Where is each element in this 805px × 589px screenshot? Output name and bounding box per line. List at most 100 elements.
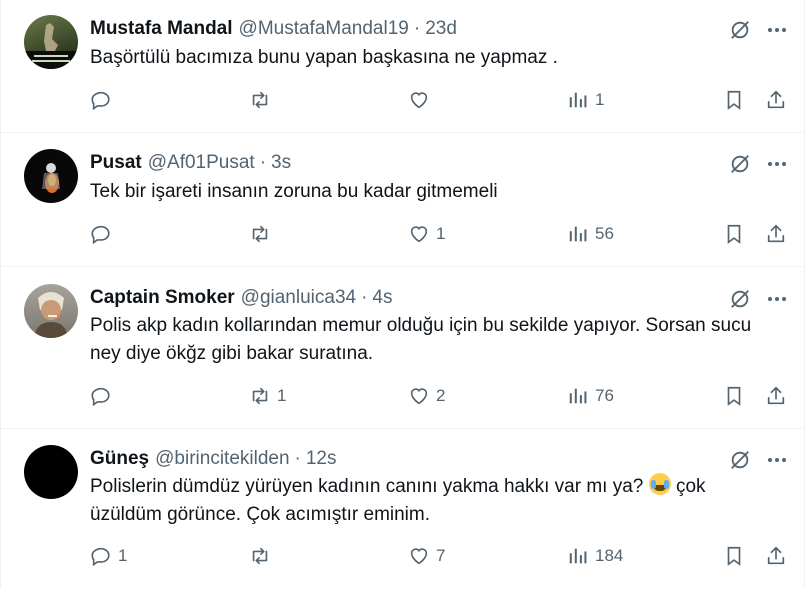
views-button[interactable]: 184 (567, 545, 623, 567)
action-bar: 1 56 (1, 223, 805, 249)
reply-button[interactable] (90, 223, 118, 245)
tweet-text: Başörtülü bacımıza bunu yapan başkasına … (90, 47, 558, 68)
like-button[interactable] (408, 89, 436, 111)
bookmark-button[interactable] (723, 223, 745, 245)
bookmark-button[interactable] (723, 385, 745, 407)
more-icon[interactable] (767, 154, 787, 174)
tweet-header: Pusat @Af01Pusat · 3s (90, 151, 291, 175)
action-bar: 1 7 184 (1, 545, 805, 571)
avatar[interactable] (24, 149, 78, 203)
share-icon (767, 224, 785, 243)
separator: · (294, 448, 301, 469)
user-name[interactable]: Captain Smoker (90, 287, 235, 309)
share-icon (767, 546, 785, 565)
views-count: 1 (595, 90, 605, 109)
share-button[interactable] (765, 545, 787, 567)
repost-icon (252, 91, 268, 109)
user-handle[interactable]: @birincitekilden (155, 448, 289, 470)
reply-icon (91, 387, 110, 407)
reply-icon (91, 547, 110, 567)
tweet-text: Polis akp kadın kollarından memur olduğu… (90, 315, 752, 364)
timestamp[interactable]: 3s (271, 152, 291, 174)
timestamp[interactable]: 23d (425, 18, 457, 40)
reply-icon (91, 91, 110, 111)
like-count: 7 (436, 546, 446, 565)
more-icon[interactable] (767, 289, 787, 309)
repost-icon (252, 547, 268, 565)
avatar[interactable] (24, 284, 78, 338)
separator: · (413, 18, 421, 39)
share-button[interactable] (765, 223, 787, 245)
user-handle[interactable]: @gianluica34 (241, 287, 356, 309)
bookmark-button[interactable] (723, 89, 745, 111)
views-icon (569, 226, 587, 242)
reply-count: 1 (118, 546, 128, 565)
grok-icon[interactable] (729, 288, 751, 310)
repost-button[interactable] (249, 223, 277, 245)
views-icon (569, 388, 587, 404)
like-button[interactable]: 2 (408, 385, 445, 407)
repost-count: 1 (277, 386, 287, 405)
tweet-text-start: Polislerin dümdüz yürüyen kadının canını… (90, 476, 644, 497)
share-button[interactable] (765, 385, 787, 407)
bookmark-icon (727, 224, 741, 244)
user-handle[interactable]: @MustafaMandal19 (239, 18, 409, 40)
bookmark-button[interactable] (723, 545, 745, 567)
user-name[interactable]: Pusat (90, 152, 142, 174)
user-name[interactable]: Güneş (90, 448, 149, 470)
repost-button[interactable] (249, 89, 277, 111)
repost-icon (252, 225, 268, 243)
views-count: 184 (595, 546, 624, 565)
share-icon (767, 90, 785, 109)
separator: · (259, 152, 267, 173)
separator: · (361, 287, 368, 308)
share-icon (767, 386, 785, 405)
views-button[interactable]: 56 (567, 223, 614, 245)
tweet-header: Captain Smoker @gianluica34 · 4s (90, 286, 392, 310)
like-count: 1 (436, 224, 446, 243)
repost-icon (252, 387, 268, 405)
user-name[interactable]: Mustafa Mandal (90, 18, 233, 40)
repost-button[interactable]: 1 (249, 385, 286, 407)
views-count: 56 (595, 224, 614, 243)
like-button[interactable]: 1 (408, 223, 445, 245)
tweet-captain-smoker[interactable]: Captain Smoker @gianluica34 · 4s Polis a… (1, 267, 805, 429)
like-icon (410, 548, 428, 565)
tweet-text: Polislerin dümdüz yürüyen kadının canını… (90, 473, 776, 529)
like-icon (410, 226, 428, 243)
share-button[interactable] (765, 89, 787, 111)
bookmark-icon (727, 90, 741, 110)
like-count: 2 (436, 386, 446, 405)
views-button[interactable]: 76 (567, 385, 614, 407)
replies-timeline: Mustafa Mandal @MustafaMandal19 · 23d Ba… (0, 0, 805, 589)
reply-button[interactable]: 1 (90, 545, 127, 567)
views-icon (569, 548, 587, 564)
like-button[interactable]: 7 (408, 545, 445, 567)
avatar[interactable] (24, 15, 78, 69)
repost-button[interactable] (249, 545, 277, 567)
timestamp[interactable]: 12s (306, 448, 337, 470)
more-icon[interactable] (767, 20, 787, 40)
tweet-mustafa[interactable]: Mustafa Mandal @MustafaMandal19 · 23d Ba… (1, 0, 805, 133)
like-icon (410, 388, 428, 405)
bookmark-icon (727, 546, 741, 566)
reply-button[interactable] (90, 385, 118, 407)
reply-button[interactable] (90, 89, 118, 111)
views-icon (569, 92, 587, 108)
tweet-header: Mustafa Mandal @MustafaMandal19 · 23d (90, 17, 457, 41)
tweet-gunes[interactable]: Güneş @birincitekilden · 12s Polislerin … (1, 429, 805, 589)
bookmark-icon (727, 386, 741, 406)
reply-icon (91, 225, 110, 245)
grok-icon[interactable] (729, 449, 751, 471)
avatar[interactable] (24, 445, 78, 499)
more-icon[interactable] (767, 450, 787, 470)
views-count: 76 (595, 386, 614, 405)
user-handle[interactable]: @Af01Pusat (148, 152, 255, 174)
grok-icon[interactable] (729, 19, 751, 41)
grok-icon[interactable] (729, 153, 751, 175)
timestamp[interactable]: 4s (372, 287, 392, 309)
tweet-header: Güneş @birincitekilden · 12s (90, 447, 337, 471)
tweet-pusat[interactable]: Pusat @Af01Pusat · 3s Tek bir işareti in… (1, 133, 805, 267)
views-button[interactable]: 1 (567, 89, 604, 111)
tweet-text: Tek bir işareti insanın zoruna bu kadar … (90, 181, 498, 202)
